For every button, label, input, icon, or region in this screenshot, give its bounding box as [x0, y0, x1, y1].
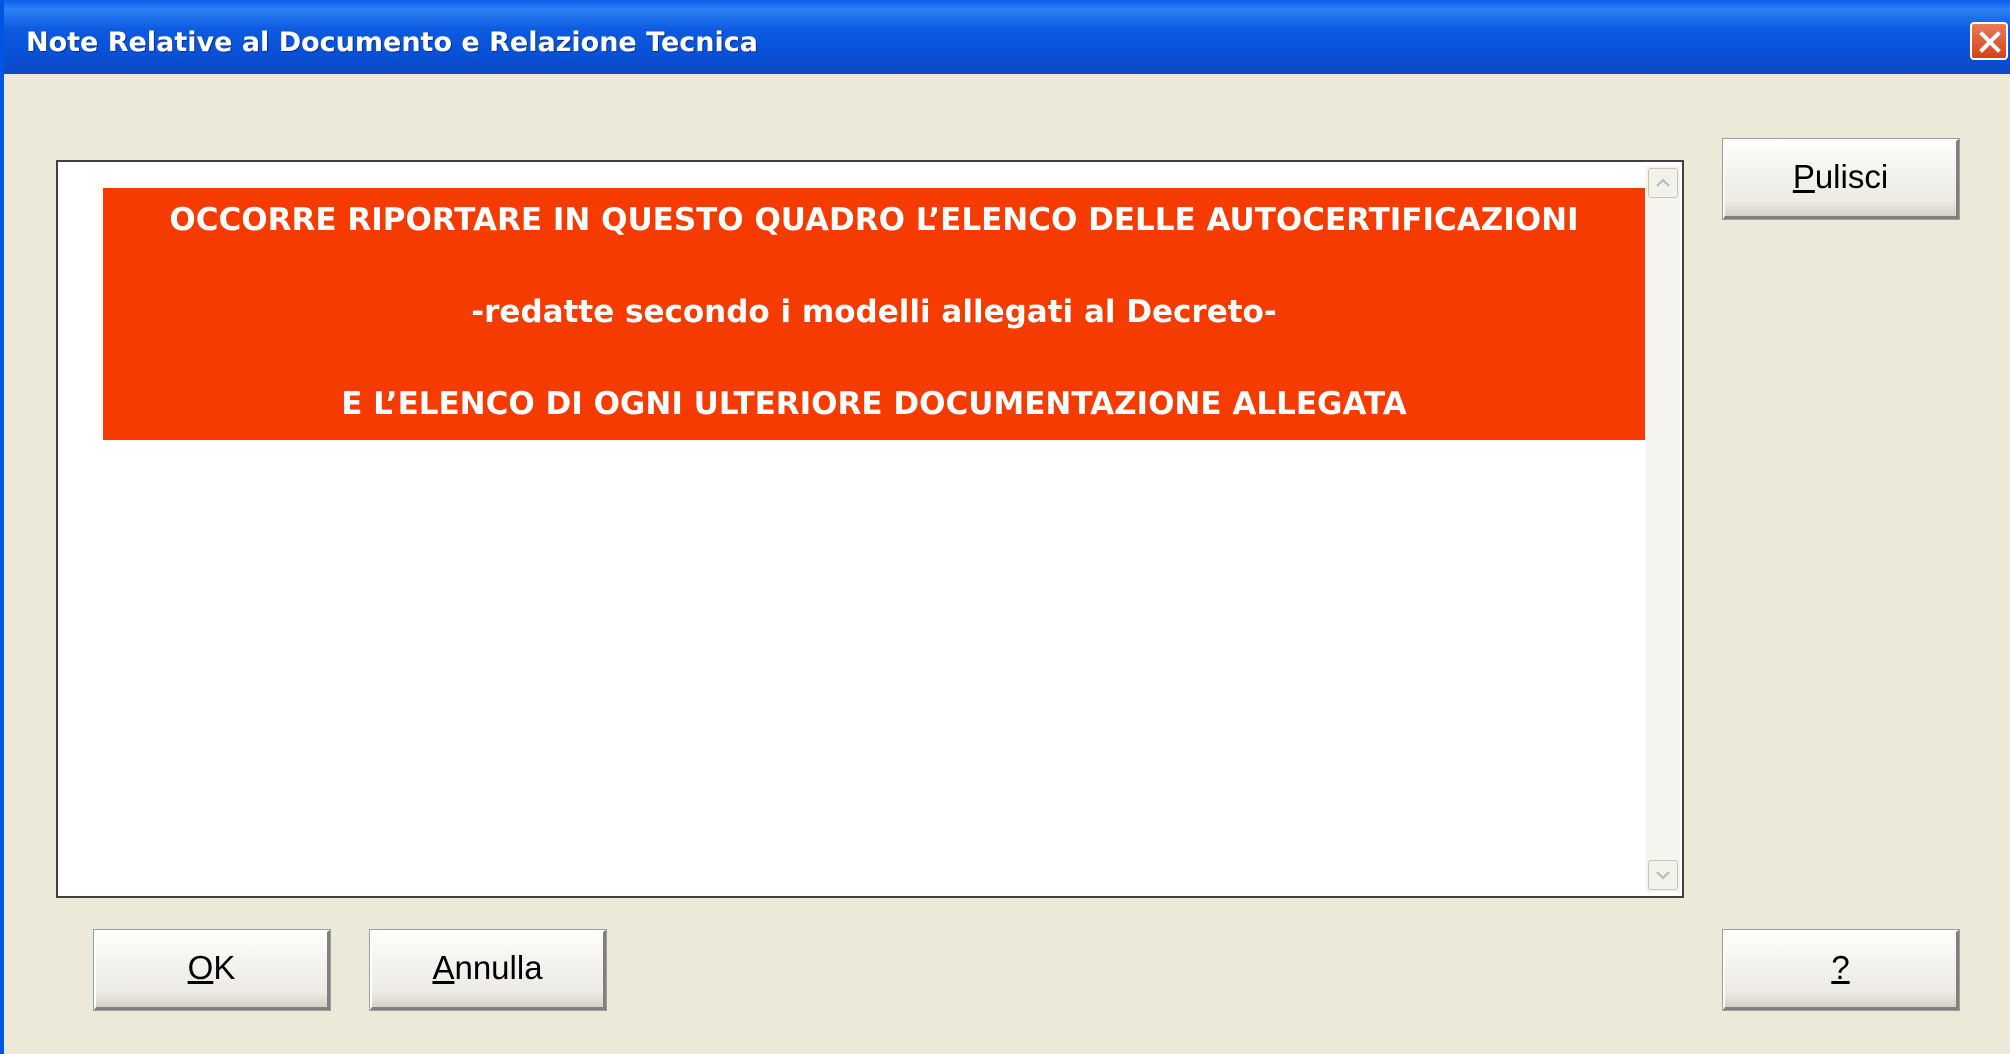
dialog-window: Note Relative al Documento e Relazione T…: [0, 0, 2010, 1054]
scroll-down-arrow-icon: [1656, 871, 1670, 880]
cancel-button-mnemonic: A: [432, 949, 455, 986]
cancel-button[interactable]: Annulla: [369, 929, 607, 1011]
scroll-up-button[interactable]: [1648, 168, 1678, 198]
ok-button-mnemonic: O: [187, 949, 214, 986]
close-icon: [1979, 31, 2001, 53]
close-button[interactable]: [1970, 22, 2008, 60]
window-title: Note Relative al Documento e Relazione T…: [26, 27, 758, 58]
clear-button-mnemonic: P: [1792, 158, 1815, 195]
vertical-scrollbar[interactable]: [1646, 166, 1680, 892]
instruction-line-1: OCCORRE RIPORTARE IN QUESTO QUADRO L’ELE…: [169, 202, 1579, 238]
clear-button-label: ulisci: [1814, 158, 1889, 195]
notes-text-area[interactable]: OCCORRE RIPORTARE IN QUESTO QUADRO L’ELE…: [56, 160, 1684, 898]
scroll-up-arrow-icon: [1656, 178, 1670, 187]
help-button[interactable]: ?: [1722, 929, 1960, 1011]
clear-button[interactable]: Pulisci: [1722, 138, 1960, 220]
cancel-button-label: nnulla: [454, 949, 543, 986]
notes-text-content[interactable]: OCCORRE RIPORTARE IN QUESTO QUADRO L’ELE…: [62, 166, 1645, 892]
scroll-down-button[interactable]: [1648, 860, 1678, 890]
title-bar[interactable]: Note Relative al Documento e Relazione T…: [4, 0, 2010, 74]
ok-button[interactable]: OK: [93, 929, 331, 1011]
help-button-mnemonic: ?: [1831, 949, 1850, 986]
instruction-banner: OCCORRE RIPORTARE IN QUESTO QUADRO L’ELE…: [103, 188, 1645, 440]
ok-button-label: K: [213, 949, 236, 986]
instruction-line-2: -redatte secondo i modelli allegati al D…: [471, 294, 1277, 330]
instruction-line-3: E L’ELENCO DI OGNI ULTERIORE DOCUMENTAZI…: [341, 386, 1407, 422]
